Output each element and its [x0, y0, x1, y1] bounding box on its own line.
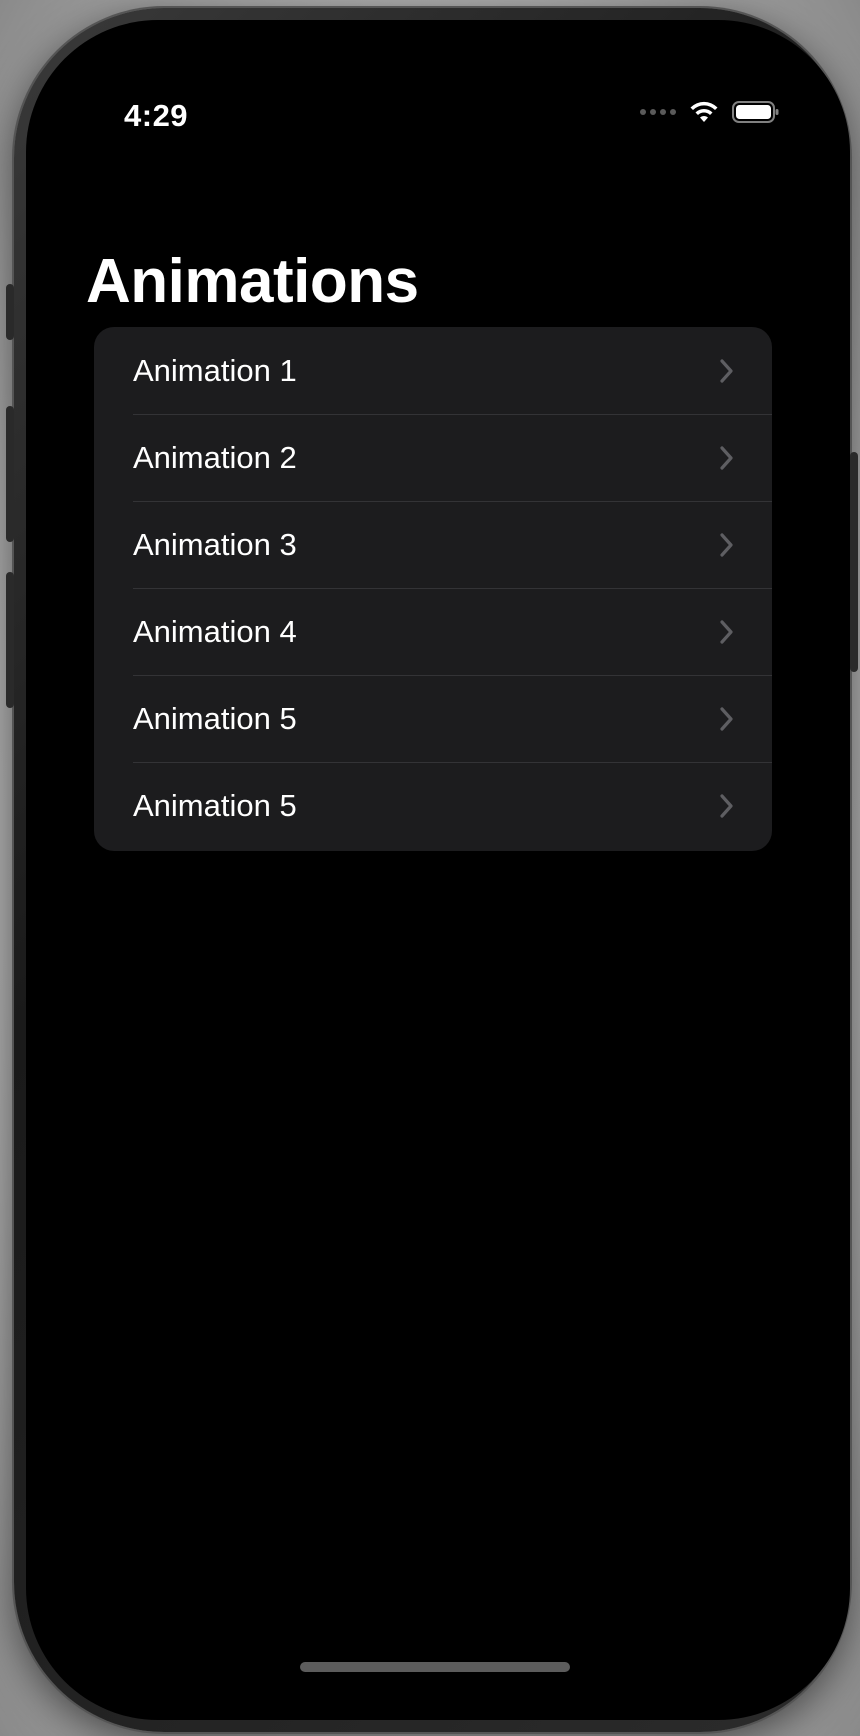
page-title: Animations [86, 247, 419, 316]
list-item-animation-3[interactable]: Animation 3 [94, 501, 772, 588]
status-time: 4:29 [124, 98, 189, 133]
list-item-label: Animation 1 [133, 352, 297, 388]
list-item-label: Animation 3 [133, 526, 297, 562]
list-item-label: Animation 4 [133, 613, 297, 649]
wifi-icon [690, 101, 718, 122]
chevron-right-icon [720, 532, 733, 557]
chevron-right-icon [720, 445, 733, 470]
list-item-label: Animation 5 [133, 700, 297, 736]
animations-list: Animation 1 Animation 2 Animation 3 Anim… [94, 327, 772, 851]
list-item-label: Animation 2 [133, 439, 297, 475]
home-indicator[interactable] [300, 1662, 570, 1672]
chevron-right-icon [720, 619, 733, 644]
volume-up-button [6, 406, 14, 542]
volume-down-button [6, 572, 14, 708]
list-item-animation-2[interactable]: Animation 2 [94, 414, 772, 501]
list-item-label: Animation 5 [133, 787, 297, 823]
cellular-signal-icon [640, 109, 676, 115]
status-icons [640, 100, 780, 124]
chevron-right-icon [720, 793, 733, 818]
battery-icon [732, 101, 779, 123]
chevron-right-icon [720, 358, 733, 383]
list-item-animation-5[interactable]: Animation 5 [94, 675, 772, 762]
chevron-right-icon [720, 706, 733, 731]
mute-switch [6, 284, 14, 340]
screen: 4:29 Animations Animation 1 Animation 2 … [26, 20, 850, 1720]
device-stage: 4:29 Animations Animation 1 Animation 2 … [0, 0, 860, 1736]
list-item-animation-5-duplicate[interactable]: Animation 5 [94, 762, 772, 849]
power-button [850, 452, 858, 672]
list-item-animation-4[interactable]: Animation 4 [94, 588, 772, 675]
status-bar: 4:29 [26, 20, 850, 170]
list-item-animation-1[interactable]: Animation 1 [94, 327, 772, 414]
